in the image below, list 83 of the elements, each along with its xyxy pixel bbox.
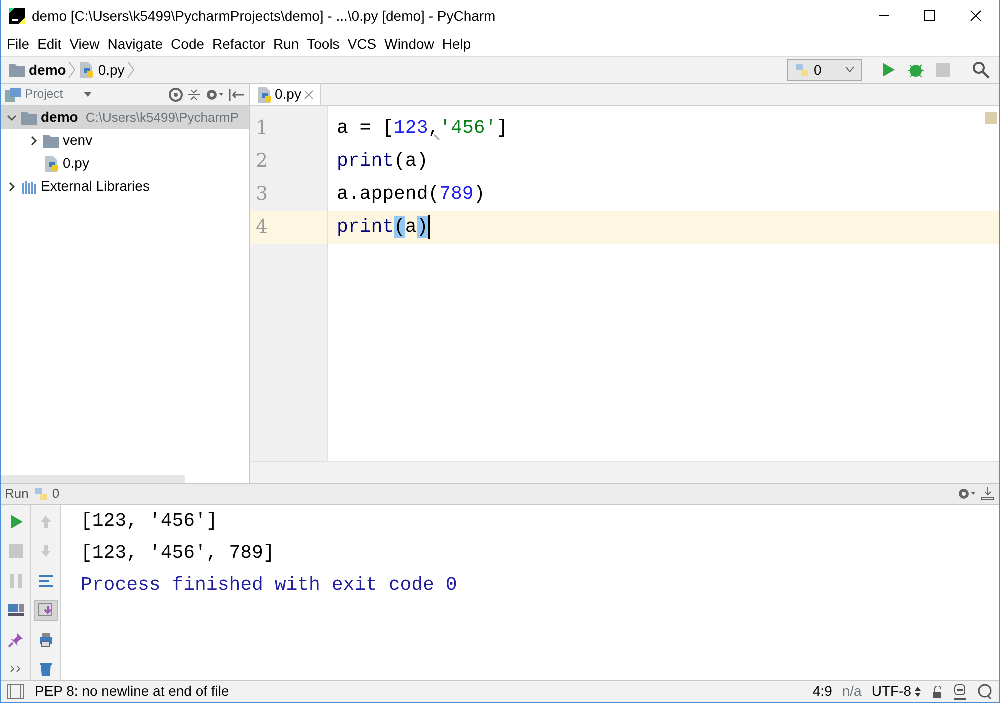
close-icon[interactable] bbox=[304, 90, 314, 100]
python-file-icon bbox=[43, 156, 59, 172]
panel-toggle-icon[interactable] bbox=[7, 684, 25, 700]
trash-icon bbox=[38, 661, 54, 678]
menu-item[interactable]: Edit bbox=[34, 34, 66, 54]
encoding-selector[interactable]: UTF-8 bbox=[872, 681, 921, 702]
text-cursor bbox=[428, 214, 430, 239]
scrollbar[interactable] bbox=[1, 475, 185, 483]
scrollbar[interactable] bbox=[250, 461, 999, 483]
window-title: demo [C:\Users\k5499\PycharmProjects\demo] - ...\0.py [demo] - PyCharm bbox=[32, 6, 497, 26]
event-log-icon[interactable] bbox=[977, 684, 993, 700]
close-icon bbox=[970, 10, 982, 22]
menu-item[interactable]: Help bbox=[438, 34, 476, 54]
stop-icon bbox=[8, 543, 24, 560]
scroll-to-end-button[interactable] bbox=[34, 600, 58, 622]
layout-icon bbox=[8, 602, 24, 618]
collapse-all-icon[interactable] bbox=[187, 88, 201, 102]
maximize-icon bbox=[924, 10, 936, 22]
project-view-icon bbox=[5, 88, 21, 102]
python-file-icon bbox=[78, 62, 94, 78]
editor-tab[interactable]: 0.py bbox=[250, 84, 322, 105]
inspector-icon[interactable] bbox=[953, 684, 967, 700]
code-line: a = [123,'456'] bbox=[337, 117, 508, 139]
menu-item[interactable]: Refactor bbox=[208, 34, 270, 54]
line-number: 4 bbox=[250, 211, 327, 244]
code-line: print(a) bbox=[337, 150, 428, 172]
menu-item[interactable]: File bbox=[3, 34, 34, 54]
menu-item[interactable]: Tools bbox=[303, 34, 344, 54]
caret-icon bbox=[84, 92, 92, 98]
status-message: PEP 8: no newline at end of file bbox=[35, 682, 230, 701]
pycharm-logo-icon bbox=[9, 8, 25, 24]
wrap-icon bbox=[38, 572, 54, 589]
pause-icon bbox=[8, 572, 24, 589]
menu-item[interactable]: View bbox=[66, 34, 104, 54]
chevron-icon bbox=[126, 61, 135, 79]
lock-icon[interactable] bbox=[931, 686, 943, 698]
pin-icon bbox=[8, 632, 24, 648]
code-line: a.append(789) bbox=[337, 183, 486, 205]
libraries-icon bbox=[21, 180, 37, 194]
print-icon bbox=[38, 632, 54, 648]
python-icon bbox=[32, 486, 49, 502]
tree-item[interactable]: demo C:\Users\k5499\PycharmP bbox=[1, 106, 249, 129]
scroll-to-end-icon bbox=[38, 602, 54, 618]
code-line: print(a) bbox=[337, 216, 428, 238]
menu-item[interactable]: Code bbox=[167, 34, 209, 54]
indent-indicator: n/a bbox=[842, 682, 862, 701]
process-exit-message: Process finished with exit code 0 bbox=[81, 573, 458, 598]
breadcrumb-item[interactable]: demo bbox=[7, 60, 68, 80]
tree-item[interactable]: 0.py bbox=[1, 152, 249, 175]
caret-icon bbox=[845, 66, 855, 74]
menu-item[interactable]: Run bbox=[269, 34, 304, 54]
search-icon bbox=[972, 61, 990, 79]
breadcrumb-item[interactable]: 0.py bbox=[76, 60, 127, 80]
hide-panel-icon[interactable] bbox=[981, 487, 995, 501]
stop-icon bbox=[936, 63, 950, 77]
run-tab[interactable]: 0 bbox=[32, 484, 60, 504]
line-number: 1 bbox=[255, 116, 270, 141]
line-number: 2 bbox=[255, 149, 270, 174]
tree-item[interactable]: venv bbox=[1, 129, 249, 152]
python-file-icon bbox=[256, 86, 272, 102]
caret-position[interactable]: 4:9 bbox=[812, 681, 832, 702]
tree-item[interactable]: External Libraries bbox=[1, 175, 249, 198]
folder-icon bbox=[21, 110, 37, 124]
output-line: [123, '456'] bbox=[81, 509, 219, 534]
hide-panel-icon[interactable] bbox=[229, 88, 245, 102]
run-config-dropdown[interactable]: 0 bbox=[787, 59, 862, 81]
menu-item[interactable]: Window bbox=[380, 34, 438, 54]
folder-icon bbox=[43, 134, 59, 148]
settings-icon[interactable] bbox=[957, 487, 977, 501]
locate-icon[interactable] bbox=[169, 88, 183, 102]
up-down-arrows-icon bbox=[915, 686, 921, 696]
tool-window-title: Run bbox=[5, 485, 29, 504]
python-icon bbox=[794, 62, 810, 78]
output-line: [123, '456', 789] bbox=[81, 541, 276, 566]
chevron-icon bbox=[68, 61, 76, 79]
run-icon bbox=[880, 62, 896, 78]
line-number: 3 bbox=[255, 182, 270, 207]
inspection-status-icon bbox=[985, 112, 997, 124]
menu-item[interactable]: VCS bbox=[344, 34, 381, 54]
menu-item[interactable]: Navigate bbox=[104, 34, 168, 54]
folder-icon bbox=[9, 63, 25, 77]
bug-icon bbox=[906, 62, 924, 78]
settings-icon[interactable] bbox=[205, 88, 225, 102]
